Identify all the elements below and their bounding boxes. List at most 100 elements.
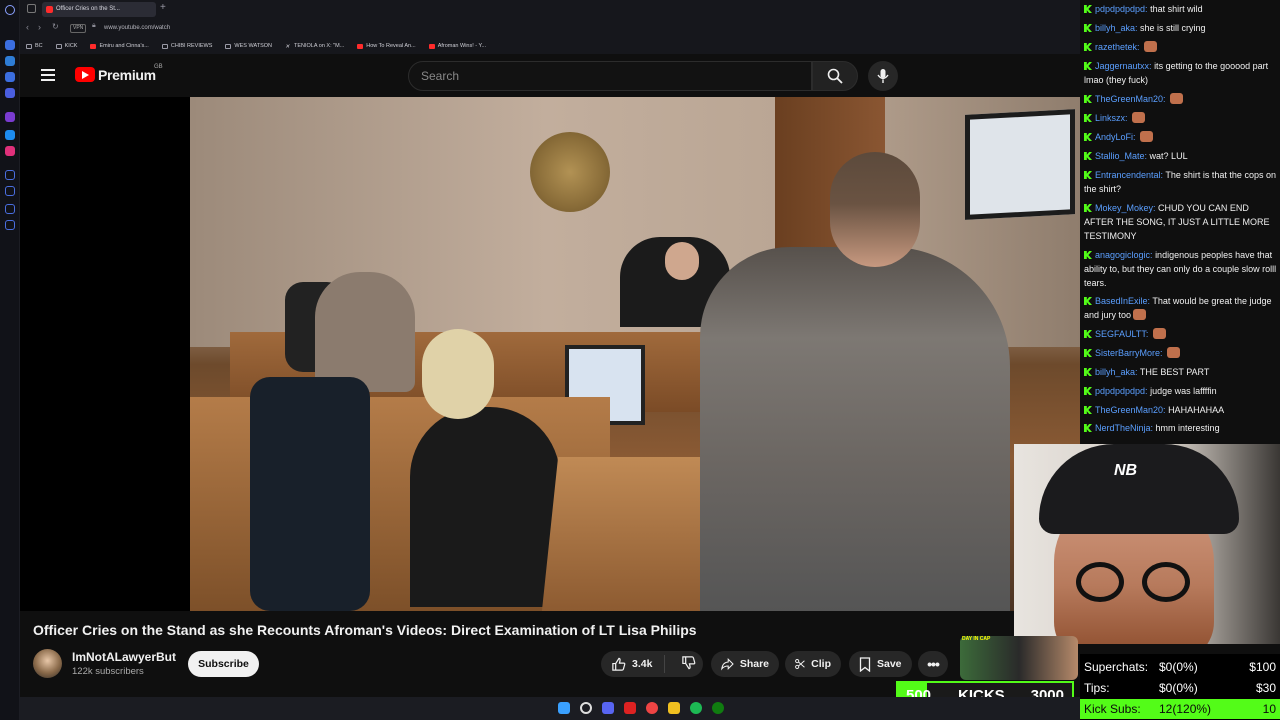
kick-badge-icon: [1084, 387, 1092, 395]
chat-emote-icon: [1132, 112, 1146, 123]
youtube-favicon-icon: [357, 43, 364, 49]
stat-label: Superchats:: [1084, 660, 1149, 674]
stat-label: Kick Subs:: [1084, 702, 1141, 716]
kick-badge-icon: [1084, 171, 1092, 179]
chat-username[interactable]: Linkszx:: [1095, 113, 1128, 123]
bookmark[interactable]: WES WATSON: [225, 43, 272, 49]
chat-message: AndyLoFi:: [1084, 130, 1278, 144]
voice-search-button[interactable]: [868, 61, 898, 91]
chat-username[interactable]: Mokey_Mokey:: [1095, 203, 1156, 213]
chat-username[interactable]: razethetek:: [1095, 42, 1140, 52]
settings-icon[interactable]: [5, 220, 15, 230]
chat-message: billyh_aka: THE BEST PART: [1084, 365, 1278, 379]
chat-username[interactable]: pdpdpdpdpd:: [1095, 386, 1148, 396]
bookmark[interactable]: CHIBI REVIEWS: [161, 43, 212, 49]
chat-username[interactable]: TheGreenMan20:: [1095, 94, 1166, 104]
dislike-button[interactable]: [671, 655, 696, 673]
chat-username[interactable]: SisterBarryMore:: [1095, 348, 1163, 358]
youtube-logo-icon[interactable]: [75, 67, 95, 82]
reload-icon[interactable]: ↻: [52, 22, 59, 31]
chat-text: she is still crying: [1140, 23, 1206, 33]
discord-icon[interactable]: [602, 702, 614, 714]
forward-icon[interactable]: ›: [38, 22, 41, 32]
video-player[interactable]: [20, 97, 1080, 611]
browser-logo-icon[interactable]: [5, 5, 15, 15]
vpn-badge[interactable]: VPN: [70, 24, 87, 33]
donation-stats: Superchats: $0(0%) $100 Tips: $0(0%) $30…: [1080, 654, 1280, 720]
sidebar-app-icon[interactable]: [5, 88, 15, 98]
clip-button[interactable]: Clip: [785, 651, 841, 677]
stat-value: 12(120%): [1159, 702, 1212, 716]
kick-badge-icon: [1084, 368, 1092, 376]
sidebar-app-icon[interactable]: [5, 170, 15, 180]
sidebar-app-icon[interactable]: [5, 204, 15, 214]
chat-username[interactable]: anagogiclogic:: [1095, 250, 1153, 260]
back-icon[interactable]: ‹: [26, 22, 29, 32]
chat-username[interactable]: BasedInExile:: [1095, 296, 1150, 306]
spotify-icon[interactable]: [690, 702, 702, 714]
chat-message: anagogiclogic: indigenous peoples have t…: [1084, 248, 1278, 290]
app-icon[interactable]: [624, 702, 636, 714]
url-field[interactable]: www.youtube.com/watch: [104, 22, 170, 34]
chat-username[interactable]: pdpdpdpdpd:: [1095, 4, 1148, 14]
bookmark[interactable]: ✕ TENIOLA on X: "M...: [285, 43, 344, 50]
sidebar-app-icon[interactable]: [5, 56, 15, 66]
chat-message: Linkszx:: [1084, 111, 1278, 125]
chat-username[interactable]: TheGreenMan20:: [1095, 405, 1166, 415]
chat-username[interactable]: AndyLoFi:: [1095, 132, 1136, 142]
chat-text: judge was laffffin: [1150, 386, 1217, 396]
kick-badge-icon: [1084, 152, 1092, 160]
lock-icon: 🔒︎: [92, 22, 96, 29]
video-frame: [190, 97, 1080, 611]
new-tab-button[interactable]: +: [160, 2, 166, 13]
subscribe-button[interactable]: Subscribe: [188, 651, 259, 677]
sidebar-app-icon[interactable]: [5, 40, 15, 50]
tab-strip: Officer Cries on the St... +: [20, 0, 1080, 19]
chat-username[interactable]: Entrancendental:: [1095, 170, 1163, 180]
brand-name[interactable]: Premium: [98, 67, 156, 83]
sidebar-app-icon[interactable]: [5, 112, 15, 122]
share-icon: [721, 657, 734, 671]
search-button[interactable]: [812, 61, 858, 91]
more-icon: •••: [927, 656, 940, 672]
screen: Officer Cries on the St... + ‹ › ↻ VPN 🔒…: [0, 0, 1280, 720]
start-icon[interactable]: [558, 702, 570, 714]
channel-avatar[interactable]: [33, 649, 62, 678]
tab-active[interactable]: Officer Cries on the St...: [42, 2, 156, 17]
channel-name[interactable]: ImNotALawyerBut: [72, 650, 176, 664]
courtroom-tv: [965, 109, 1075, 220]
bookmark[interactable]: Afroman Wins! - Y...: [428, 43, 486, 49]
instagram-icon[interactable]: [5, 146, 15, 156]
search-input[interactable]: Search: [408, 61, 812, 91]
chat-text: wat? LUL: [1149, 151, 1188, 161]
clip-label: Clip: [811, 658, 831, 670]
folder-icon[interactable]: [668, 702, 680, 714]
like-button[interactable]: 3.4k: [601, 655, 665, 673]
share-button[interactable]: Share: [711, 651, 779, 677]
more-actions-button[interactable]: •••: [918, 651, 948, 677]
tab-overview-icon[interactable]: [27, 4, 36, 13]
chat-username[interactable]: Jaggernautxx:: [1095, 61, 1152, 71]
chat-username[interactable]: NerdTheNinja:: [1095, 423, 1153, 433]
chat-username[interactable]: Stallio_Mate:: [1095, 151, 1147, 161]
search-icon[interactable]: [580, 702, 592, 714]
messenger-icon[interactable]: [5, 130, 15, 140]
xbox-icon[interactable]: [712, 702, 724, 714]
browser-icon[interactable]: [646, 702, 658, 714]
chat-emote-icon: [1140, 131, 1154, 142]
subscriber-count: 122k subscribers: [72, 666, 144, 677]
stat-row-tips: Tips: $0(0%) $30: [1080, 678, 1280, 698]
sidebar-app-icon[interactable]: [5, 186, 15, 196]
bookmark[interactable]: How To Reveal An...: [357, 43, 416, 49]
save-button[interactable]: Save: [849, 651, 912, 677]
sidebar-app-icon[interactable]: [5, 72, 15, 82]
kick-badge-icon: [1084, 24, 1092, 32]
bookmark[interactable]: BC: [26, 43, 43, 49]
chat-username[interactable]: billyh_aka:: [1095, 23, 1138, 33]
menu-icon[interactable]: [41, 69, 55, 81]
kick-badge-icon: [1084, 95, 1092, 103]
bookmark[interactable]: KICK: [55, 43, 77, 49]
bookmark[interactable]: Emiru and Cinna's...: [90, 43, 149, 49]
chat-username[interactable]: billyh_aka:: [1095, 367, 1138, 377]
chat-username[interactable]: SEGFAULTT:: [1095, 329, 1148, 339]
